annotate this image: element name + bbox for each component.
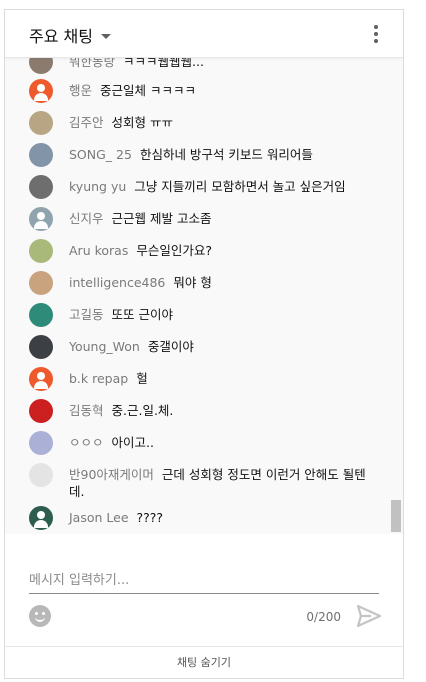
emoji-icon[interactable] <box>29 605 51 627</box>
avatar[interactable] <box>29 271 53 295</box>
author-name[interactable]: Young_Won <box>69 339 140 354</box>
avatar[interactable] <box>29 111 53 135</box>
author-name[interactable]: intelligence486 <box>69 275 165 290</box>
author-name[interactable]: 뭐한동랑 <box>69 58 115 69</box>
author-name[interactable]: b.k repap <box>69 371 128 386</box>
chat-message[interactable]: b.k repap 헐 <box>29 367 369 391</box>
chat-message-text: kyung yu 그냥 지들끼리 모함하면서 놀고 싶은거임 <box>69 175 346 195</box>
live-chat-panel: 주요 채팅 뭐한동랑 ㅋㅋㅋ웹웹웹... 행운 중근일체 ㅋㅋㅋㅋ 김주안 성회형 ㅠㅠ S… <box>4 9 404 679</box>
author-name[interactable]: 신지우 <box>69 211 104 226</box>
avatar[interactable] <box>29 239 53 263</box>
author-name[interactable]: 반90아재게이머 <box>69 467 154 482</box>
chat-message-text: Aru koras 무슨일인가요? <box>69 239 212 259</box>
chat-message-text: ㅇㅇㅇ 아이고.. <box>69 431 154 451</box>
chat-composer: 0/200 채팅 숨기기 <box>5 534 403 678</box>
chat-mode-label: 주요 채팅 <box>29 27 93 46</box>
scrollbar-thumb[interactable] <box>391 500 401 532</box>
message-body: 그냥 지들끼리 모함하면서 놀고 싶은거임 <box>134 179 346 194</box>
divider <box>5 646 403 647</box>
hide-chat-button[interactable]: 채팅 숨기기 <box>5 648 403 678</box>
avatar[interactable] <box>29 367 53 391</box>
chat-message-text: 반90아재게이머 근데 성회형 정도면 이런거 안해도 될텐데. <box>69 463 369 500</box>
chat-message[interactable]: Jason Lee???? <box>29 506 369 530</box>
scrollbar-track[interactable] <box>391 58 401 534</box>
chat-message-text: Jason Lee???? <box>69 506 163 526</box>
message-body: 아이고.. <box>111 435 154 450</box>
chat-mode-dropdown[interactable]: 주요 채팅 <box>29 23 111 47</box>
chat-message[interactable]: Young_Won 중갤이야 <box>29 335 369 359</box>
chat-message[interactable]: 김동혁 중.근.일.체. <box>29 399 369 423</box>
avatar[interactable] <box>29 175 53 199</box>
chat-message[interactable]: 신지우 근근웹 제발 고소좀 <box>29 207 369 231</box>
avatar[interactable] <box>29 58 53 74</box>
avatar[interactable] <box>29 79 53 103</box>
message-input[interactable] <box>29 568 379 594</box>
avatar[interactable] <box>29 335 53 359</box>
message-body: 헐 <box>136 371 148 386</box>
message-body: 중.근.일.체. <box>111 403 174 418</box>
author-name[interactable]: 김주안 <box>69 115 104 130</box>
chat-message-text: Young_Won 중갤이야 <box>69 335 194 355</box>
chat-message-text: 고길동 또또 근이야 <box>69 303 173 323</box>
chat-message-text: 뭐한동랑 ㅋㅋㅋ웹웹웹... <box>69 58 204 70</box>
message-body: 중갤이야 <box>147 339 194 354</box>
chat-message-text: 김주안 성회형 ㅠㅠ <box>69 111 173 131</box>
message-body: 한심하네 방구석 키보드 워리어들 <box>139 147 313 162</box>
avatar[interactable] <box>29 207 53 231</box>
chat-message-text: 김동혁 중.근.일.체. <box>69 399 173 419</box>
message-body: 무슨일인가요? <box>136 243 212 258</box>
message-body: 성회형 ㅠㅠ <box>111 115 173 130</box>
chat-message[interactable]: intelligence486 뭐야 형 <box>29 271 369 295</box>
avatar[interactable] <box>29 303 53 327</box>
chat-message[interactable]: 김주안 성회형 ㅠㅠ <box>29 111 369 135</box>
author-name[interactable]: Aru koras <box>69 243 128 258</box>
author-name[interactable]: 김동혁 <box>69 403 104 418</box>
avatar[interactable] <box>29 143 53 167</box>
chat-message-text: b.k repap 헐 <box>69 367 148 387</box>
author-name[interactable]: kyung yu <box>69 179 126 194</box>
chat-message-text: SONG_ 25 한심하네 방구석 키보드 워리어들 <box>69 143 313 163</box>
chat-message[interactable]: 행운 중근일체 ㅋㅋㅋㅋ <box>29 79 369 103</box>
chat-message[interactable]: 반90아재게이머 근데 성회형 정도면 이런거 안해도 될텐데. <box>29 463 369 500</box>
message-body: 근근웹 제발 고소좀 <box>111 211 212 226</box>
caret-down-icon <box>100 33 111 39</box>
char-counter: 0/200 <box>306 610 341 624</box>
author-name[interactable]: ㅇㅇㅇ <box>69 435 104 450</box>
chat-message[interactable]: kyung yu 그냥 지들끼리 모함하면서 놀고 싶은거임 <box>29 175 369 199</box>
author-name[interactable]: 행운 <box>69 83 92 98</box>
chat-message-text: 신지우 근근웹 제발 고소좀 <box>69 207 211 227</box>
avatar[interactable] <box>29 463 53 487</box>
send-icon[interactable] <box>357 605 381 627</box>
author-name[interactable]: Jason Lee <box>69 510 129 525</box>
chat-header: 주요 채팅 <box>5 10 403 58</box>
avatar[interactable] <box>29 431 53 455</box>
message-body: 뭐야 형 <box>173 275 212 290</box>
chat-message-text: intelligence486 뭐야 형 <box>69 271 212 291</box>
message-body: ㅋㅋㅋ웹웹웹... <box>123 58 204 69</box>
avatar[interactable] <box>29 399 53 423</box>
chat-message-text: 행운 중근일체 ㅋㅋㅋㅋ <box>69 79 196 99</box>
chat-message[interactable]: ㅇㅇㅇ 아이고.. <box>29 431 369 455</box>
chat-message[interactable]: 뭐한동랑 ㅋㅋㅋ웹웹웹... <box>29 58 369 74</box>
chat-message[interactable]: Aru koras 무슨일인가요? <box>29 239 369 263</box>
message-body: 중근일체 ㅋㅋㅋㅋ <box>100 83 196 98</box>
chat-message-list[interactable]: 뭐한동랑 ㅋㅋㅋ웹웹웹... 행운 중근일체 ㅋㅋㅋㅋ 김주안 성회형 ㅠㅠ SONG_ 2… <box>5 58 403 534</box>
chat-message[interactable]: SONG_ 25 한심하네 방구석 키보드 워리어들 <box>29 143 369 167</box>
avatar[interactable] <box>29 506 53 530</box>
more-vert-icon[interactable] <box>373 25 379 43</box>
message-body: ???? <box>136 510 164 525</box>
message-body: 또또 근이야 <box>111 307 173 322</box>
author-name[interactable]: SONG_ 25 <box>69 147 132 162</box>
author-name[interactable]: 고길동 <box>69 307 104 322</box>
chat-message[interactable]: 고길동 또또 근이야 <box>29 303 369 327</box>
